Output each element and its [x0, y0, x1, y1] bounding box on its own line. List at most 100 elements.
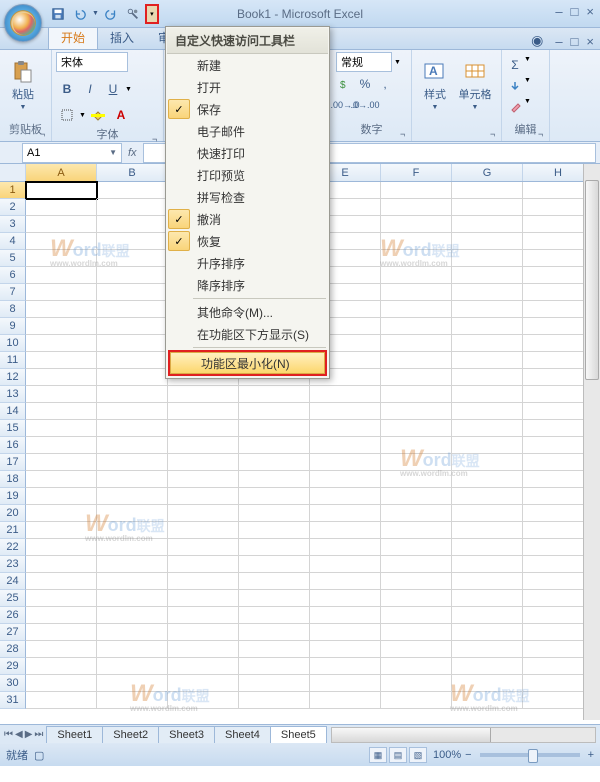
cell[interactable] [26, 658, 97, 675]
row-header[interactable]: 25 [0, 590, 26, 607]
cell[interactable] [452, 607, 523, 624]
tab-home[interactable]: 开始 [48, 25, 98, 49]
cell[interactable] [168, 522, 239, 539]
cell[interactable] [97, 250, 168, 267]
cell[interactable] [310, 437, 381, 454]
row-header[interactable]: 1 [0, 182, 26, 199]
cell[interactable] [168, 607, 239, 624]
cell[interactable] [452, 556, 523, 573]
cell[interactable] [97, 301, 168, 318]
cell[interactable] [452, 539, 523, 556]
cell[interactable] [452, 573, 523, 590]
menu-item[interactable]: 打印预览 [167, 164, 328, 186]
cell[interactable] [26, 182, 97, 199]
cell[interactable] [26, 233, 97, 250]
cell[interactable] [452, 267, 523, 284]
row-header[interactable]: 3 [0, 216, 26, 233]
cell[interactable] [310, 658, 381, 675]
cell[interactable] [381, 522, 452, 539]
macro-record-icon[interactable]: ▢ [34, 749, 44, 762]
cell[interactable] [97, 590, 168, 607]
cell[interactable] [452, 403, 523, 420]
row-header[interactable]: 29 [0, 658, 26, 675]
row-header[interactable]: 6 [0, 267, 26, 284]
menu-more-commands[interactable]: 其他命令(M)... [167, 301, 328, 323]
cell[interactable] [381, 216, 452, 233]
tab-insert[interactable]: 插入 [98, 26, 146, 49]
cell[interactable] [168, 454, 239, 471]
row-header[interactable]: 8 [0, 301, 26, 318]
menu-item[interactable]: 降序排序 [167, 274, 328, 296]
workbook-minimize-icon[interactable]: – [555, 34, 562, 49]
row-header[interactable]: 22 [0, 539, 26, 556]
column-header[interactable]: F [381, 164, 452, 181]
row-header[interactable]: 28 [0, 641, 26, 658]
row-header[interactable]: 24 [0, 573, 26, 590]
cell[interactable] [381, 284, 452, 301]
cell[interactable] [381, 590, 452, 607]
cell[interactable] [97, 454, 168, 471]
chevron-down-icon[interactable]: ▼ [109, 148, 117, 157]
column-header[interactable]: G [452, 164, 523, 181]
cell[interactable] [97, 471, 168, 488]
cell[interactable] [239, 454, 310, 471]
cell[interactable] [97, 386, 168, 403]
cell[interactable] [239, 692, 310, 709]
zoom-in-button[interactable]: + [588, 749, 594, 761]
cell[interactable] [26, 403, 97, 420]
row-header[interactable]: 12 [0, 369, 26, 386]
row-header[interactable]: 26 [0, 607, 26, 624]
cell[interactable] [97, 522, 168, 539]
undo-icon[interactable] [70, 4, 90, 24]
sheet-nav-first-icon[interactable]: ⏮ [4, 729, 13, 740]
cell[interactable] [26, 675, 97, 692]
row-header[interactable]: 31 [0, 692, 26, 709]
cell[interactable] [381, 437, 452, 454]
cell[interactable] [452, 386, 523, 403]
cell[interactable] [452, 420, 523, 437]
cell[interactable] [452, 488, 523, 505]
cell[interactable] [168, 590, 239, 607]
cell[interactable] [239, 607, 310, 624]
cell[interactable] [381, 182, 452, 199]
page-layout-view-icon[interactable]: ▤ [389, 747, 407, 763]
decrease-decimal-button[interactable]: .0→.00 [356, 96, 374, 114]
zoom-out-button[interactable]: − [465, 749, 471, 761]
cell[interactable] [381, 267, 452, 284]
row-header[interactable]: 7 [0, 284, 26, 301]
horizontal-scrollbar[interactable] [331, 727, 596, 743]
office-button[interactable] [4, 4, 42, 42]
cell[interactable] [452, 454, 523, 471]
cell[interactable] [26, 386, 97, 403]
cell[interactable] [239, 522, 310, 539]
cell[interactable] [239, 437, 310, 454]
row-header[interactable]: 30 [0, 675, 26, 692]
cell[interactable] [452, 352, 523, 369]
row-header[interactable]: 9 [0, 318, 26, 335]
row-header[interactable]: 10 [0, 335, 26, 352]
cell[interactable] [310, 522, 381, 539]
cell[interactable] [452, 199, 523, 216]
page-break-view-icon[interactable]: ▧ [409, 747, 427, 763]
cell[interactable] [381, 607, 452, 624]
menu-item[interactable]: ✓恢复 [167, 230, 328, 252]
cell[interactable] [97, 403, 168, 420]
cell[interactable] [310, 556, 381, 573]
cell[interactable] [239, 420, 310, 437]
cell[interactable] [239, 556, 310, 573]
cell[interactable] [26, 216, 97, 233]
cell[interactable] [168, 624, 239, 641]
cell[interactable] [168, 488, 239, 505]
cell[interactable] [452, 216, 523, 233]
sheet-tab[interactable]: Sheet4 [214, 726, 271, 743]
cell[interactable] [168, 658, 239, 675]
zoom-slider[interactable] [480, 753, 580, 757]
cell[interactable] [26, 301, 97, 318]
cell[interactable] [97, 216, 168, 233]
menu-item[interactable]: 电子邮件 [167, 120, 328, 142]
cell[interactable] [26, 437, 97, 454]
percent-button[interactable]: % [356, 75, 374, 93]
workbook-restore-icon[interactable]: □ [571, 34, 579, 49]
sheet-tab[interactable]: Sheet3 [158, 726, 215, 743]
cell[interactable] [97, 692, 168, 709]
